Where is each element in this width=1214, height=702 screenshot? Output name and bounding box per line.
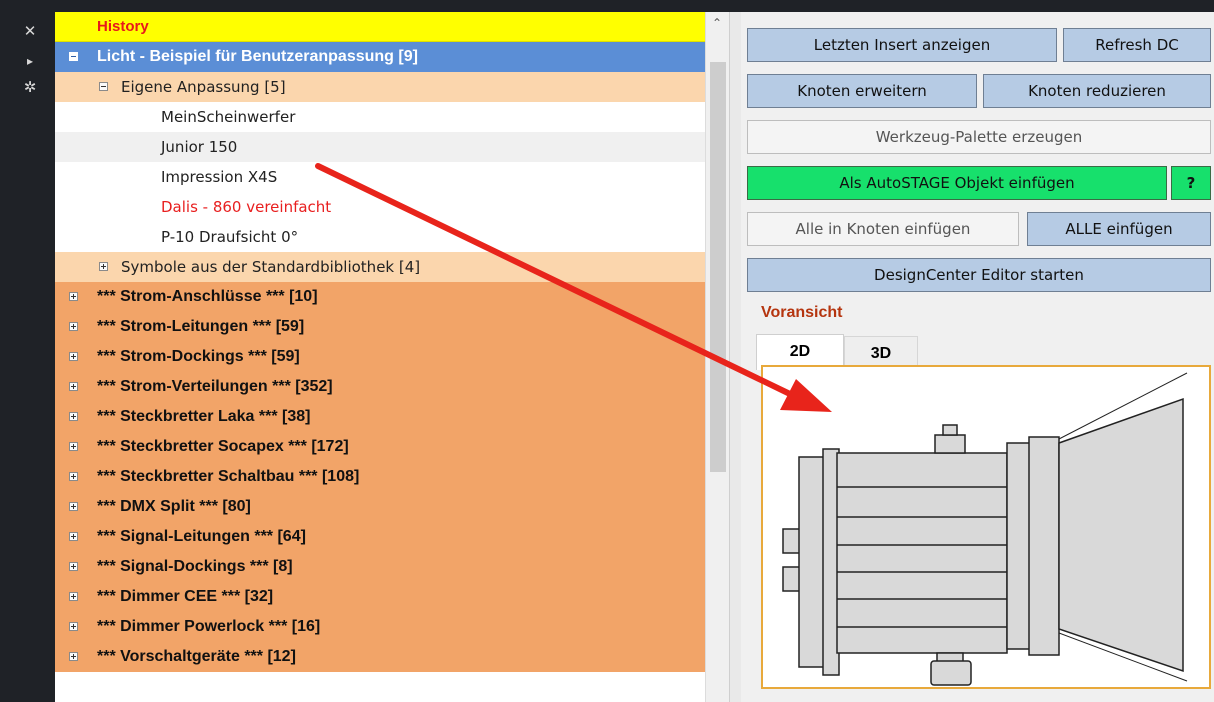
subgroup-node[interactable]: Symbole aus der Standardbibliothek [4] [55, 252, 705, 282]
scrollbar-thumb[interactable] [710, 62, 726, 472]
category-label: *** Signal-Dockings *** [8] [97, 558, 293, 575]
expand-icon[interactable] [69, 382, 78, 391]
expand-icon[interactable] [69, 352, 78, 361]
category-node[interactable]: *** Steckbretter Socapex *** [172] [55, 432, 705, 462]
tree-item[interactable]: P-10 Draufsicht 0° [55, 222, 705, 252]
top-border [0, 0, 1214, 12]
category-label: *** Dimmer CEE *** [32] [97, 588, 274, 605]
category-node[interactable]: *** Dimmer Powerlock *** [16] [55, 612, 705, 642]
history-label: History [97, 18, 149, 35]
category-label: *** Steckbretter Schaltbau *** [108] [97, 468, 360, 485]
show-last-insert-button[interactable]: Letzten Insert anzeigen [747, 28, 1057, 62]
tree-item[interactable]: MeinScheinwerfer [55, 102, 705, 132]
expand-icon[interactable] [69, 412, 78, 421]
collapse-nodes-button[interactable]: Knoten reduzieren [983, 74, 1211, 108]
tree-scrollbar[interactable]: ⌃ [705, 12, 729, 702]
front-collar [1006, 442, 1032, 650]
tree-item-label: P-10 Draufsicht 0° [161, 228, 299, 246]
tree-item-label: MeinScheinwerfer [161, 108, 296, 126]
expand-icon[interactable] [99, 262, 108, 271]
palette-side-bar: ✕ ▸ ✲ [0, 0, 55, 702]
tree-item-label: Junior 150 [161, 138, 238, 156]
category-label: *** Steckbretter Laka *** [38] [97, 408, 311, 425]
category-label: *** Dimmer Powerlock *** [16] [97, 618, 321, 635]
category-node[interactable]: *** DMX Split *** [80] [55, 492, 705, 522]
tree-item[interactable]: Junior 150 [55, 132, 705, 162]
top-knob [934, 434, 966, 454]
category-node[interactable]: *** Strom-Dockings *** [59] [55, 342, 705, 372]
category-node[interactable]: *** Signal-Dockings *** [8] [55, 552, 705, 582]
category-node[interactable]: *** Steckbretter Laka *** [38] [55, 402, 705, 432]
collapse-icon[interactable] [69, 52, 78, 61]
category-label: *** Vorschaltgeräte *** [12] [97, 648, 296, 665]
preview-canvas [761, 365, 1211, 689]
create-tool-palette-button[interactable]: Werkzeug-Palette erzeugen [747, 120, 1211, 154]
category-node[interactable]: *** Vorschaltgeräte *** [12] [55, 642, 705, 672]
spotlight-drawing [782, 372, 1188, 686]
category-label: *** Strom-Dockings *** [59] [97, 348, 300, 365]
category-node[interactable]: *** Dimmer CEE *** [32] [55, 582, 705, 612]
expand-icon[interactable] [69, 622, 78, 631]
category-node[interactable]: *** Steckbretter Schaltbau *** [108] [55, 462, 705, 492]
expand-icon[interactable] [69, 472, 78, 481]
collapse-icon[interactable] [99, 82, 108, 91]
tab-3d[interactable]: 3D [844, 336, 918, 368]
tree-root-label: Licht - Beispiel für Benutzeranpassung [… [97, 48, 418, 65]
barn-door [1058, 397, 1184, 673]
close-icon[interactable]: ✕ [21, 22, 39, 40]
tree-root-node[interactable]: Licht - Beispiel für Benutzeranpassung [… [55, 42, 705, 72]
scroll-up-icon[interactable]: ⌃ [710, 16, 724, 30]
insert-all-in-node-button[interactable]: Alle in Knoten einfügen [747, 212, 1019, 246]
expand-icon[interactable] [69, 592, 78, 601]
category-node[interactable]: *** Signal-Leitungen *** [64] [55, 522, 705, 552]
category-node[interactable]: *** Strom-Verteilungen *** [352] [55, 372, 705, 402]
category-label: *** Strom-Leitungen *** [59] [97, 318, 305, 335]
start-designcenter-editor-button[interactable]: DesignCenter Editor starten [747, 258, 1211, 292]
tree-item-label: Dalis - 860 vereinfacht [161, 198, 332, 216]
subgroup-label: Symbole aus der Standardbibliothek [4] [121, 258, 421, 276]
category-label: *** Steckbretter Socapex *** [172] [97, 438, 349, 455]
category-label: *** Signal-Leitungen *** [64] [97, 528, 306, 545]
preview-label: Voransicht [761, 304, 843, 321]
help-button[interactable]: ? [1171, 166, 1211, 200]
yoke-base [930, 660, 972, 686]
category-label: *** Strom-Verteilungen *** [352] [97, 378, 333, 395]
refresh-dc-button[interactable]: Refresh DC [1063, 28, 1211, 62]
category-label: *** Strom-Anschlüsse *** [10] [97, 288, 318, 305]
expand-icon[interactable] [69, 322, 78, 331]
expand-icon[interactable] [69, 502, 78, 511]
tree-item-label: Impression X4S [161, 168, 278, 186]
history-node[interactable]: History [55, 12, 705, 42]
top-knob-cap [942, 424, 958, 436]
expand-nodes-button[interactable]: Knoten erweitern [747, 74, 977, 108]
tree-item[interactable]: Impression X4S [55, 162, 705, 192]
tree-item[interactable]: Dalis - 860 vereinfacht [55, 192, 705, 222]
category-node[interactable]: *** Strom-Anschlüsse *** [10] [55, 282, 705, 312]
category-label: *** DMX Split *** [80] [97, 498, 251, 515]
command-panel: Letzten Insert anzeigen Refresh DC Knote… [741, 12, 1214, 702]
lamp-housing [836, 452, 1008, 654]
design-center-tree: History Licht - Beispiel für Benutzeranp… [55, 12, 705, 702]
subgroup-label: Eigene Anpassung [5] [121, 78, 286, 96]
lens-tube [1028, 436, 1060, 656]
panel-splitter[interactable] [729, 12, 741, 702]
expand-icon[interactable] [69, 292, 78, 301]
expand-icon[interactable] [69, 442, 78, 451]
expand-icon[interactable] [69, 532, 78, 541]
pin-icon[interactable]: ▸ [21, 52, 39, 70]
insert-autostage-object-button[interactable]: Als AutoSTAGE Objekt einfügen [747, 166, 1167, 200]
category-node[interactable]: *** Strom-Leitungen *** [59] [55, 312, 705, 342]
settings-icon[interactable]: ✲ [21, 78, 39, 96]
subgroup-node[interactable]: Eigene Anpassung [5] [55, 72, 705, 102]
expand-icon[interactable] [69, 652, 78, 661]
expand-icon[interactable] [69, 562, 78, 571]
insert-all-button[interactable]: ALLE einfügen [1027, 212, 1211, 246]
